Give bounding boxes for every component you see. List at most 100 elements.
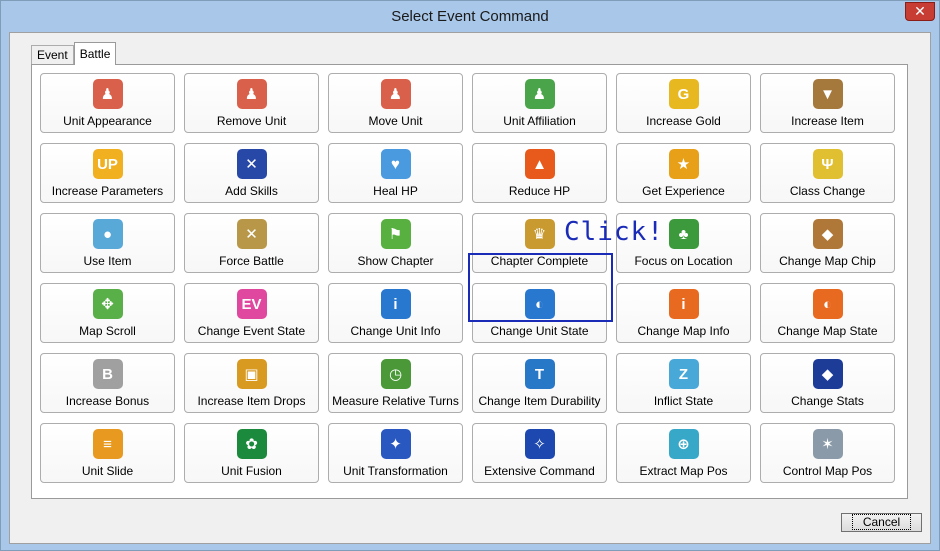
remove-unit-icon: ♟ xyxy=(236,79,267,109)
command-button-force-battle[interactable]: ✕ Force Battle xyxy=(184,213,319,273)
command-button-unit-affiliation[interactable]: ♟ Unit Affiliation xyxy=(472,73,607,133)
command-label: Control Map Pos xyxy=(782,464,873,478)
command-label: Inflict State xyxy=(653,394,714,408)
command-button-unit-transformation[interactable]: ✦ Unit Transformation xyxy=(328,423,463,483)
map-info-icon: i xyxy=(668,289,699,319)
command-label: Increase Bonus xyxy=(65,394,150,408)
command-button-change-map-info[interactable]: i Change Map Info xyxy=(616,283,751,343)
up-arrow-icon: UP xyxy=(92,149,123,179)
item-bag-icon: ▼ xyxy=(812,79,843,109)
map-state-icon: ◐ xyxy=(812,289,843,319)
crystal-ball-icon: ● xyxy=(92,219,123,249)
map-chip-icon: ◆ xyxy=(812,219,843,249)
command-label: Extract Map Pos xyxy=(639,464,728,478)
treasure-chest-icon: ▣ xyxy=(236,359,267,389)
command-button-change-stats[interactable]: ◆ Change Stats xyxy=(760,353,895,413)
command-label: Change Map Info xyxy=(637,324,730,338)
command-label: Remove Unit xyxy=(216,114,287,128)
unit-info-icon: i xyxy=(380,289,411,319)
cancel-button-label: Cancel xyxy=(851,514,912,530)
command-label: Use Item xyxy=(83,254,132,268)
fusion-icon: ✿ xyxy=(236,429,267,459)
command-label: Increase Parameters xyxy=(51,184,164,198)
unit-slide-icon: ≡ xyxy=(92,429,123,459)
command-label: Extensive Command xyxy=(484,464,595,478)
command-label: Unit Transformation xyxy=(343,464,448,478)
command-label: Change Stats xyxy=(791,394,864,408)
transformation-icon: ✦ xyxy=(380,429,411,459)
window-title: Select Event Command xyxy=(391,8,549,25)
command-label: Change Item Durability xyxy=(478,394,601,408)
command-button-change-map-state[interactable]: ◐ Change Map State xyxy=(760,283,895,343)
hammer-icon: T xyxy=(524,359,555,389)
command-label: Change Event State xyxy=(197,324,306,338)
sword-shield-icon: ✕ xyxy=(236,219,267,249)
command-button-move-unit[interactable]: ♟ Move Unit xyxy=(328,73,463,133)
cancel-button[interactable]: Cancel xyxy=(841,513,922,532)
command-label: Show Chapter xyxy=(357,254,434,268)
extensive-command-icon: ✧ xyxy=(524,429,555,459)
command-button-change-unit-state[interactable]: ◐ Change Unit State xyxy=(472,283,607,343)
command-button-show-chapter[interactable]: ⚑ Show Chapter xyxy=(328,213,463,273)
command-label: Reduce HP xyxy=(508,184,571,198)
command-button-get-experience[interactable]: ★ Get Experience xyxy=(616,143,751,203)
command-button-unit-fusion[interactable]: ✿ Unit Fusion xyxy=(184,423,319,483)
exp-star-icon: ★ xyxy=(668,149,699,179)
stats-gem-icon: ◆ xyxy=(812,359,843,389)
command-label: Unit Fusion xyxy=(221,464,282,478)
wings-icon: Ψ xyxy=(812,149,843,179)
magnifier-icon: ⊕ xyxy=(668,429,699,459)
command-label: Change Map Chip xyxy=(779,254,876,268)
unit-affiliation-icon: ♟ xyxy=(524,79,555,109)
command-label: Change Map State xyxy=(777,324,878,338)
command-label: Unit Appearance xyxy=(63,114,152,128)
dialog-body: Event Battle ♟ Unit Appearance ♟ Remove Uni… xyxy=(9,32,931,544)
command-button-measure-relative-turns[interactable]: ◷ Measure Relative Turns xyxy=(328,353,463,413)
command-button-increase-gold[interactable]: G Increase Gold xyxy=(616,73,751,133)
gold-coin-icon: G xyxy=(668,79,699,109)
tab-strip: Event Battle xyxy=(31,42,117,65)
command-grid: ♟ Unit Appearance ♟ Remove Unit ♟ Move Unit ♟ U… xyxy=(40,73,895,483)
command-button-increase-item-drops[interactable]: ▣ Increase Item Drops xyxy=(184,353,319,413)
command-button-remove-unit[interactable]: ♟ Remove Unit xyxy=(184,73,319,133)
select-event-command-dialog: Select Event Command ✕ Event Battle ♟ Uni… xyxy=(0,0,940,551)
command-button-increase-bonus[interactable]: B Increase Bonus xyxy=(40,353,175,413)
command-button-class-change[interactable]: Ψ Class Change xyxy=(760,143,895,203)
command-button-change-item-durability[interactable]: T Change Item Durability xyxy=(472,353,607,413)
click-annotation: Click! xyxy=(564,217,664,247)
command-button-add-skills[interactable]: ✕ Add Skills xyxy=(184,143,319,203)
command-button-extract-map-pos[interactable]: ⊕ Extract Map Pos xyxy=(616,423,751,483)
command-label: Chapter Complete xyxy=(490,254,589,268)
compass-icon: ✶ xyxy=(812,429,843,459)
title-bar[interactable]: Select Event Command ✕ xyxy=(1,1,939,32)
tab-event[interactable]: Event xyxy=(31,45,74,65)
command-label: Increase Gold xyxy=(646,114,721,128)
command-label: Map Scroll xyxy=(79,324,136,338)
command-button-map-scroll[interactable]: ✥ Map Scroll xyxy=(40,283,175,343)
command-button-reduce-hp[interactable]: ▲ Reduce HP xyxy=(472,143,607,203)
zzz-sleep-icon: Z xyxy=(668,359,699,389)
command-label: Focus on Location xyxy=(634,254,733,268)
command-label: Heal HP xyxy=(373,184,418,198)
command-button-increase-item[interactable]: ▼ Increase Item xyxy=(760,73,895,133)
map-scroll-icon: ✥ xyxy=(92,289,123,319)
close-button[interactable]: ✕ xyxy=(905,2,935,21)
command-button-use-item[interactable]: ● Use Item xyxy=(40,213,175,273)
command-button-change-event-state[interactable]: EV Change Event State xyxy=(184,283,319,343)
command-button-increase-parameters[interactable]: UP Increase Parameters xyxy=(40,143,175,203)
flame-icon: ▲ xyxy=(524,149,555,179)
forest-icon: ♣ xyxy=(668,219,699,249)
command-button-unit-slide[interactable]: ≡ Unit Slide xyxy=(40,423,175,483)
command-button-inflict-state[interactable]: Z Inflict State xyxy=(616,353,751,413)
command-button-change-map-chip[interactable]: ◆ Change Map Chip xyxy=(760,213,895,273)
command-label: Force Battle xyxy=(219,254,284,268)
command-button-unit-appearance[interactable]: ♟ Unit Appearance xyxy=(40,73,175,133)
potion-icon: ♥ xyxy=(380,149,411,179)
command-button-heal-hp[interactable]: ♥ Heal HP xyxy=(328,143,463,203)
clock-icon: ◷ xyxy=(380,359,411,389)
command-button-extensive-command[interactable]: ✧ Extensive Command xyxy=(472,423,607,483)
command-button-control-map-pos[interactable]: ✶ Control Map Pos xyxy=(760,423,895,483)
command-button-change-unit-info[interactable]: i Change Unit Info xyxy=(328,283,463,343)
command-label: Increase Item Drops xyxy=(197,394,306,408)
tab-battle[interactable]: Battle xyxy=(73,42,117,65)
